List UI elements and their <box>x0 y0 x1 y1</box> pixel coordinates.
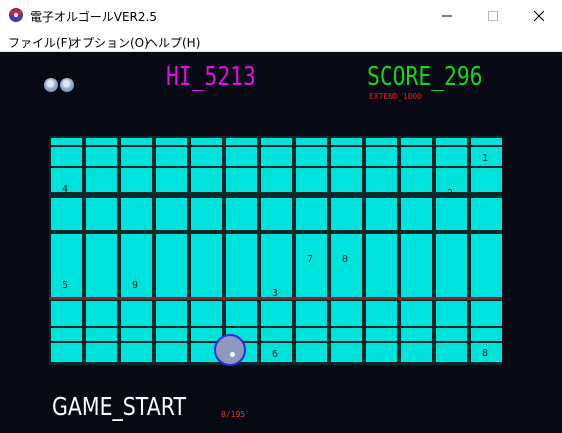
note-cell[interactable] <box>401 234 432 298</box>
game-area[interactable]: HI_5213 SCORE_296 EXTEND_1000 4 2 1 5 9 … <box>0 52 562 433</box>
note-cell[interactable] <box>86 198 117 230</box>
note-cell[interactable] <box>331 301 362 362</box>
note-cell[interactable] <box>191 234 222 298</box>
grid-line <box>49 341 502 343</box>
note-number: 0 <box>342 254 349 265</box>
note-number: 3 <box>272 288 279 299</box>
note-cell[interactable] <box>471 234 502 298</box>
music-box-grid[interactable]: 4 2 1 5 9 7 0 3 6 8 <box>49 136 502 365</box>
note-cell[interactable] <box>51 301 82 362</box>
note-cell[interactable] <box>296 301 327 362</box>
note-cell[interactable] <box>156 234 187 298</box>
menu-file[interactable]: ファイル(F) <box>8 34 72 51</box>
hi-score: HI_5213 <box>166 62 256 92</box>
note-number: 5 <box>62 280 69 291</box>
grid-line <box>49 166 502 168</box>
ball-highlight <box>230 352 235 357</box>
close-button[interactable] <box>516 0 562 31</box>
ball <box>214 334 246 366</box>
note-cell[interactable] <box>401 198 432 230</box>
note-cell[interactable] <box>331 234 362 298</box>
game-start-label[interactable]: GAME_START <box>52 392 186 421</box>
note-cell[interactable] <box>191 198 222 230</box>
note-cell[interactable] <box>436 301 467 362</box>
note-cell[interactable] <box>226 234 257 298</box>
note-number: 8 <box>482 348 489 359</box>
note-cell[interactable] <box>86 234 117 298</box>
lives-indicator <box>44 78 74 92</box>
note-cell[interactable] <box>296 234 327 298</box>
note-cell[interactable] <box>156 301 187 362</box>
note-cell[interactable] <box>401 301 432 362</box>
note-number: 1 <box>482 153 489 164</box>
note-cell[interactable] <box>436 234 467 298</box>
note-cell[interactable] <box>121 198 152 230</box>
note-cell[interactable] <box>296 198 327 230</box>
menu-help[interactable]: ヘルプ(H) <box>146 34 200 51</box>
note-cell[interactable] <box>226 198 257 230</box>
note-number: 9 <box>132 280 139 291</box>
minimize-button[interactable] <box>424 0 470 31</box>
progress-counter: 0/195 <box>221 410 246 419</box>
app-icon <box>8 7 24 23</box>
note-number: 4 <box>62 184 69 195</box>
window-title: 電子オルゴールVER2.5 <box>30 10 157 24</box>
note-cell[interactable] <box>366 301 397 362</box>
score: SCORE_296 <box>367 62 483 92</box>
note-cell[interactable] <box>51 198 82 230</box>
extend-label: EXTEND_1000 <box>369 92 422 101</box>
menu-option[interactable]: オプション(O) <box>70 34 149 51</box>
note-cell[interactable] <box>366 234 397 298</box>
note-cell[interactable] <box>156 198 187 230</box>
note-cell[interactable] <box>331 198 362 230</box>
note-cell[interactable] <box>436 198 467 230</box>
note-number: 7 <box>307 254 314 265</box>
life-ball-icon <box>60 78 74 92</box>
menu-bar: ファイル(F) オプション(O) ヘルプ(H) <box>0 31 562 52</box>
note-number: 6 <box>272 349 279 360</box>
note-cell[interactable] <box>366 198 397 230</box>
grid-line <box>49 326 502 328</box>
title-bar: 電子オルゴールVER2.5 <box>0 0 562 31</box>
grid-line <box>49 145 502 147</box>
maximize-button[interactable] <box>470 0 516 31</box>
note-cell[interactable] <box>261 198 292 230</box>
note-cell[interactable] <box>471 198 502 230</box>
note-cell[interactable] <box>86 301 117 362</box>
note-cell[interactable] <box>121 301 152 362</box>
life-ball-icon <box>44 78 58 92</box>
note-number: 2 <box>447 188 454 199</box>
